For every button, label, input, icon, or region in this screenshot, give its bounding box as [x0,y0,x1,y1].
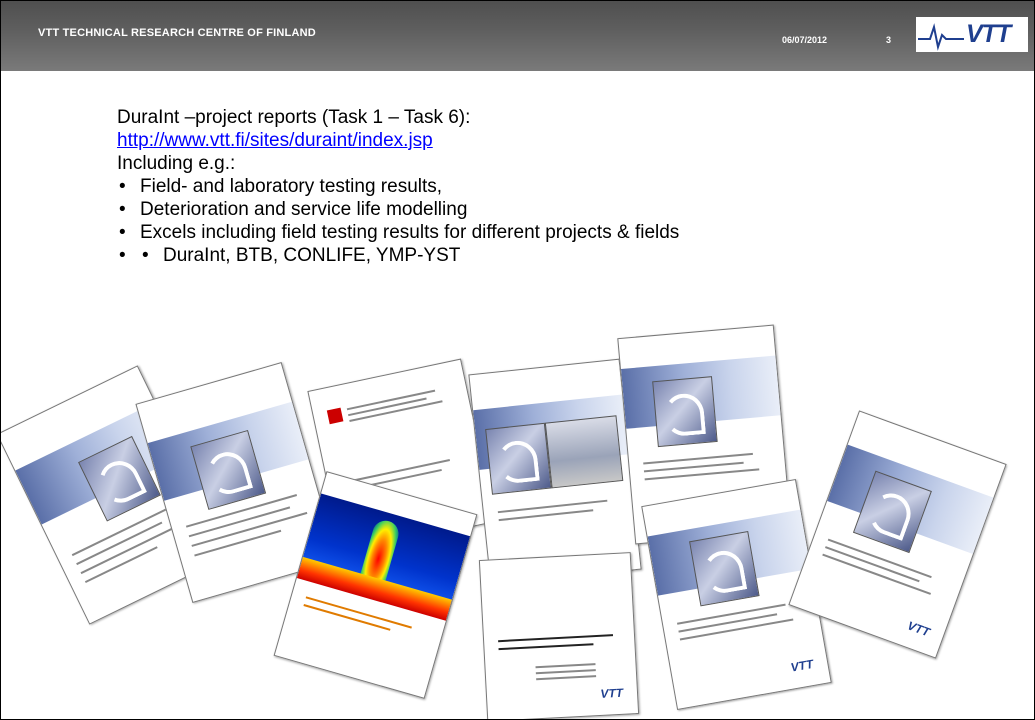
header-bar: VTT TECHNICAL RESEARCH CENTRE OF FINLAND… [1,1,1034,71]
sub-bullet-item: DuraInt, BTB, CONLIFE, YMP-YST [140,244,679,267]
vtt-logo-text: VTT [966,20,1011,48]
intro-line: DuraInt –project reports (Task 1 – Task … [117,107,471,128]
slide-date: 06/07/2012 [782,35,828,45]
sub-bullet-list: DuraInt, BTB, CONLIFE, YMP-YST [117,244,679,267]
body-text: DuraInt –project reports (Task 1 – Task … [117,106,679,267]
organization-name: VTT TECHNICAL RESEARCH CENTRE OF FINLAND [38,27,316,39]
vtt-logo-pulse-icon [918,23,964,51]
bullet-item: Field- and laboratory testing results, [117,175,679,198]
report-cover-concrete-durability [468,358,642,586]
including-label: Including e.g.: [117,153,236,174]
bullet-item: Excels including field testing results f… [117,221,679,244]
vtt-logo: VTT [916,17,1028,52]
report-cover-betonin: VTT [478,552,640,719]
bullet-item: Deterioration and service life modelling [117,198,679,221]
report-link[interactable]: http://www.vtt.fi/sites/duraint/index.js… [117,130,433,151]
page-number: 3 [886,35,892,45]
slide: VTT TECHNICAL RESEARCH CENTRE OF FINLAND… [0,0,1035,720]
bullet-list: Field- and laboratory testing results, D… [117,175,679,267]
